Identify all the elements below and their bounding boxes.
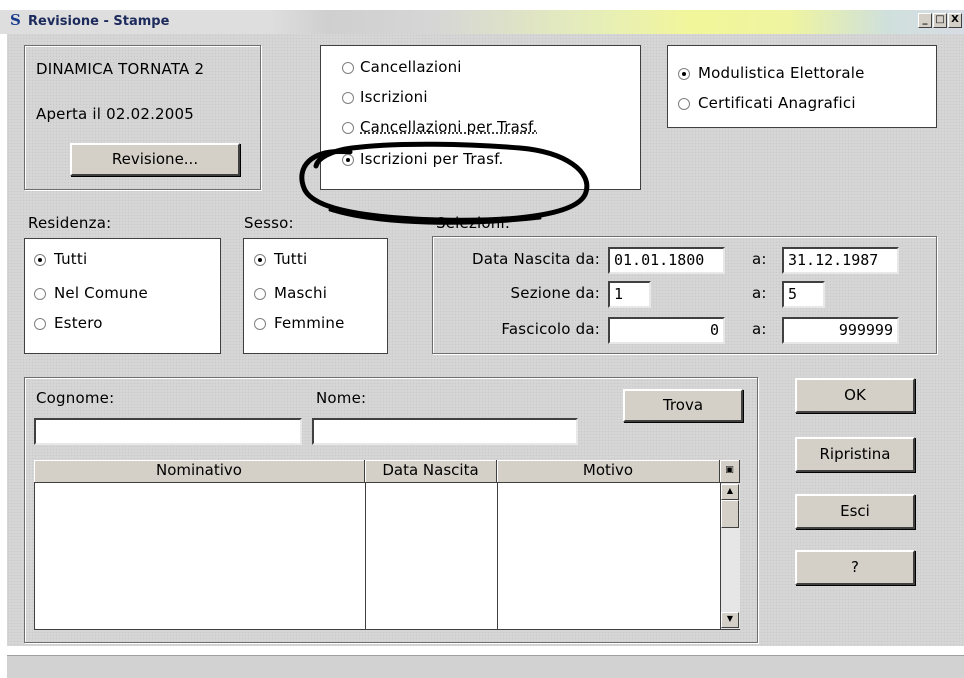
scroll-down-icon[interactable]: ▼ [721,612,739,628]
nome-label: Nome: [316,389,367,407]
data-nascita-from-label: Data Nascita da: [471,250,600,268]
column-chooser-icon[interactable]: ▣ [720,460,740,483]
print-type-option-label[interactable]: Iscrizioni per Trasf. [360,150,503,168]
radio-sesso[interactable] [254,318,266,330]
fascicolo-to-label: a: [752,320,767,338]
residenza-option-label[interactable]: Tutti [54,250,87,268]
scroll-thumb[interactable] [721,500,739,528]
sesso-option-label[interactable]: Maschi [274,284,327,302]
radio-document-type[interactable] [678,98,690,110]
radio-sesso[interactable] [254,288,266,300]
esci-button[interactable]: Esci [795,494,915,529]
column-header-nominativo[interactable]: Nominativo [34,460,365,483]
ok-button[interactable]: OK [795,378,915,413]
column-header-data-nascita[interactable]: Data Nascita [365,460,497,483]
radio-sesso[interactable] [254,254,266,266]
document-type-group [667,45,937,128]
sesso-option-label[interactable]: Femmine [274,314,345,332]
radio-print-type[interactable] [342,62,354,74]
sezione-from-input[interactable]: 1 [608,281,651,308]
fascicolo-from-label: Fascicolo da: [501,320,600,338]
document-type-option-label[interactable]: Certificati Anagrafici [698,94,856,112]
nome-input[interactable] [312,418,578,445]
scroll-up-icon[interactable]: ▲ [721,484,739,500]
dinamica-title: DINAMICA TORNATA 2 [36,60,205,78]
results-table [34,460,740,630]
column-header-motivo[interactable]: Motivo [497,460,720,483]
radio-print-type[interactable] [342,122,354,134]
fascicolo-to-input[interactable]: 999999 [782,317,899,344]
sesso-option-label[interactable]: Tutti [274,250,307,268]
cognome-label: Cognome: [36,389,115,407]
data-nascita-to-label: a: [752,250,767,268]
print-type-option-label[interactable]: Cancellazioni per Trasf. [360,118,537,136]
column-divider [365,483,366,629]
status-bar [7,655,964,678]
sezione-to-input[interactable]: 5 [782,281,825,308]
minimize-button[interactable]: _ [918,13,932,28]
revisione-button[interactable]: Revisione... [70,143,240,176]
window-title: Revisione - Stampe [28,14,170,29]
sesso-label: Sesso: [244,214,294,232]
data-nascita-to-input[interactable]: 31.12.1987 [782,247,899,274]
fascicolo-from-input[interactable]: 0 [608,317,725,344]
print-type-option-label[interactable]: Iscrizioni [360,88,428,106]
hand-drawn-circle-annotation [299,141,590,225]
print-type-option-label[interactable]: Cancellazioni [360,58,462,76]
residenza-option-label[interactable]: Estero [54,314,103,332]
dinamica-opened-date: Aperta il 02.02.2005 [36,105,195,123]
residenza-label: Residenza: [28,214,112,232]
maximize-button[interactable]: □ [933,13,947,28]
radio-print-type[interactable] [342,154,354,166]
cognome-input[interactable] [34,418,302,445]
ripristina-button[interactable]: Ripristina [795,437,915,472]
residenza-option-label[interactable]: Nel Comune [54,284,148,302]
close-button[interactable]: X [948,13,962,28]
help-button[interactable]: ? [795,550,915,585]
trova-button[interactable]: Trova [623,389,743,422]
radio-residenza[interactable] [34,318,46,330]
radio-residenza[interactable] [34,288,46,300]
sezione-to-label: a: [752,284,767,302]
document-type-option-label[interactable]: Modulistica Elettorale [698,64,865,82]
app-logo-icon: S [10,11,21,29]
radio-print-type[interactable] [342,92,354,104]
sezione-from-label: Sezione da: [510,284,600,302]
radio-document-type[interactable] [678,68,690,80]
column-divider [497,483,498,629]
data-nascita-from-input[interactable]: 01.01.1800 [608,247,725,274]
radio-residenza[interactable] [34,254,46,266]
